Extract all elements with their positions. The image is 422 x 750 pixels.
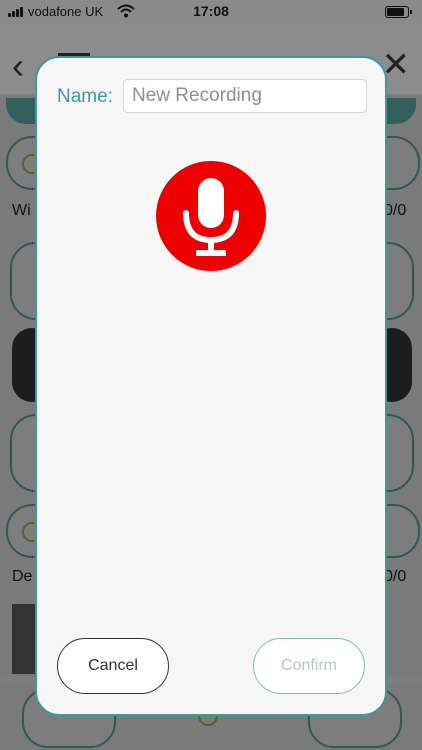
background-count: 0/0 xyxy=(384,568,407,585)
back-arrow-icon: ‹ xyxy=(12,45,24,86)
background-thumbnail xyxy=(12,604,36,674)
new-recording-dialog: Name: Cancel Confirm xyxy=(35,56,387,716)
recording-name-input[interactable] xyxy=(123,79,367,113)
record-button[interactable] xyxy=(156,161,266,271)
confirm-button[interactable]: Confirm xyxy=(253,638,365,694)
status-time: 17:08 xyxy=(193,3,229,19)
battery-icon xyxy=(385,6,412,18)
status-bar: vodafone UK 17:08 xyxy=(0,0,422,24)
microphone-icon xyxy=(183,178,239,256)
cancel-button[interactable]: Cancel xyxy=(57,638,169,694)
background-label: Wi xyxy=(12,202,31,219)
name-label: Name: xyxy=(57,86,113,107)
background-count: 0/0 xyxy=(384,202,407,219)
background-label: De xyxy=(12,568,33,585)
